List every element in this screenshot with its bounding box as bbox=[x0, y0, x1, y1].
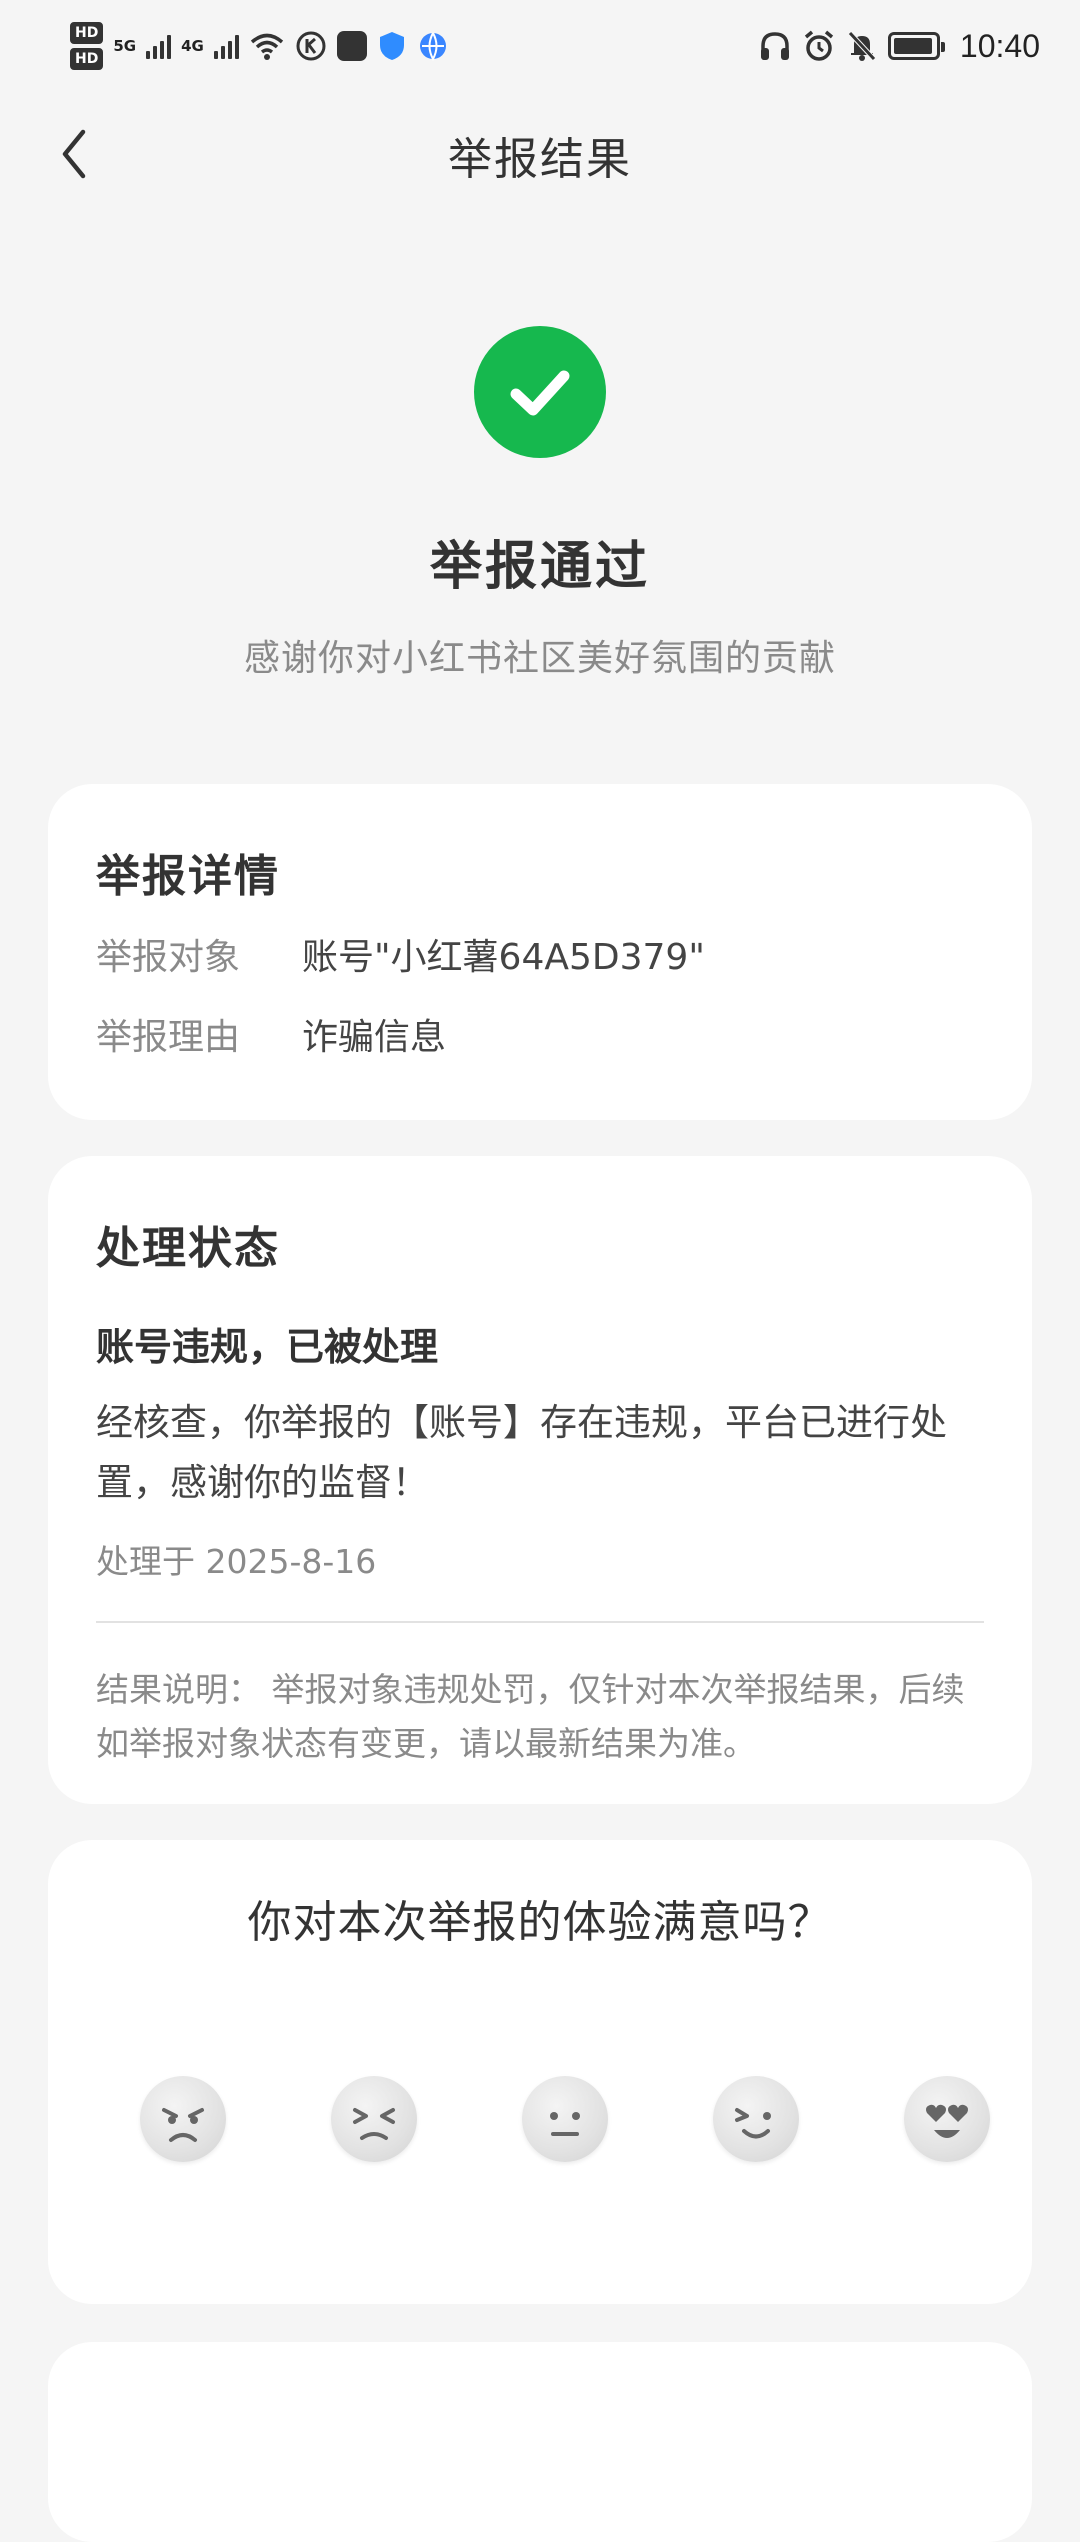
smile-face-icon[interactable] bbox=[713, 2076, 799, 2162]
satisfaction-survey-card: 你对本次举报的体验满意吗？ bbox=[48, 1840, 1032, 2304]
check-circle-icon bbox=[474, 326, 606, 458]
hd1-badge: HD bbox=[70, 22, 104, 44]
k-app-icon bbox=[296, 31, 326, 61]
clock-time: 10:40 bbox=[959, 27, 1040, 64]
signal-icon bbox=[146, 33, 172, 59]
hd2-badge: HD bbox=[70, 48, 104, 70]
chevron-left-icon bbox=[62, 129, 86, 179]
network-4g-label: 4G bbox=[181, 37, 204, 55]
checkmark-icon bbox=[510, 370, 570, 416]
detail-label: 举报理由 bbox=[96, 1017, 241, 1058]
result-note: 结果说明： 举报对象违规处罚，仅针对本次举报结果，后续如举报对象状态有变更，请以… bbox=[96, 1670, 965, 1763]
status-headline: 账号违规，已被处理 bbox=[96, 1325, 439, 1369]
signal-icon-2 bbox=[213, 33, 239, 59]
headphones-icon bbox=[760, 32, 789, 60]
alarm-icon bbox=[804, 30, 834, 61]
status-right: 10:40 bbox=[758, 28, 1040, 65]
processing-status-card: 处理状态 账号违规，已被处理 经核查，你举报的【账号】存在违规，平台已进行处置，… bbox=[48, 1156, 1032, 1804]
next-card-partial bbox=[48, 2342, 1032, 2542]
divider bbox=[96, 1621, 984, 1623]
status-bar: HD HD 5G 4G 10:40 bbox=[0, 0, 1080, 92]
page-title: 举报结果 bbox=[448, 134, 632, 185]
globe-app-icon bbox=[419, 32, 446, 62]
nav-header: 举报结果 bbox=[0, 100, 1080, 210]
wifi-icon bbox=[250, 33, 283, 60]
angry-face-icon[interactable] bbox=[140, 2076, 226, 2162]
report-details-card: 举报详情 举报对象 账号"小红薯64A5D379" 举报理由 诈骗信息 bbox=[48, 784, 1032, 1120]
battery-icon bbox=[887, 32, 945, 60]
rating-faces bbox=[140, 2076, 990, 2162]
frustrated-face-icon[interactable] bbox=[331, 2076, 417, 2162]
love-face-icon[interactable] bbox=[904, 2076, 990, 2162]
hd-indicators: HD HD bbox=[70, 22, 104, 70]
detail-value: 账号"小红薯64A5D379" bbox=[302, 937, 705, 978]
detail-row-target: 举报对象 账号"小红薯64A5D379" bbox=[96, 932, 984, 984]
survey-question: 你对本次举报的体验满意吗？ bbox=[247, 1897, 833, 1948]
report-details-title: 举报详情 bbox=[96, 851, 280, 902]
result-hero: 举报通过 感谢你对小红书社区美好氛围的贡献 bbox=[0, 326, 1080, 681]
bag-app-icon bbox=[336, 31, 367, 61]
result-subtitle: 感谢你对小红书社区美好氛围的贡献 bbox=[243, 638, 836, 679]
back-button[interactable] bbox=[46, 126, 102, 182]
shield-app-icon bbox=[379, 32, 404, 60]
detail-value: 诈骗信息 bbox=[302, 1017, 447, 1058]
status-date: 处理于 2025-8-16 bbox=[96, 1542, 377, 1581]
bell-muted-icon bbox=[848, 31, 876, 61]
neutral-face-icon[interactable] bbox=[522, 2076, 608, 2162]
detail-label: 举报对象 bbox=[96, 937, 241, 978]
status-body: 经核查，你举报的【账号】存在违规，平台已进行处置，感谢你的监督！ bbox=[96, 1401, 947, 1504]
status-left: HD HD 5G 4G bbox=[70, 22, 449, 70]
network-5g-label: 5G bbox=[113, 37, 137, 55]
processing-status-title: 处理状态 bbox=[96, 1223, 280, 1274]
detail-row-reason: 举报理由 诈骗信息 bbox=[96, 1012, 984, 1064]
result-title: 举报通过 bbox=[429, 537, 650, 597]
